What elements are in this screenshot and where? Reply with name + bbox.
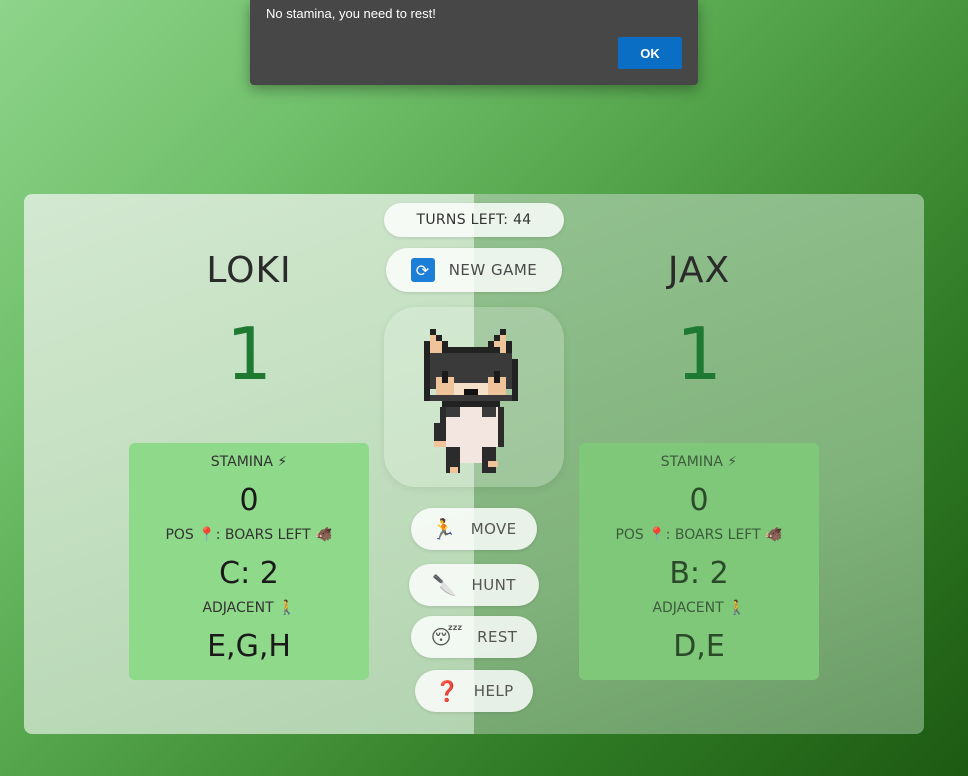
rest-button[interactable]: 😴 REST xyxy=(411,616,537,658)
player-one-stats: STAMINA ⚡ 0 POS 📍: BOARS LEFT 🐗 C: 2 ADJ… xyxy=(129,443,369,680)
move-button[interactable]: 🏃 MOVE xyxy=(411,508,537,550)
running-icon: 🏃 xyxy=(431,517,457,541)
stamina-value: 0 xyxy=(689,483,709,518)
adjacent-label: ADJACENT 🚶 xyxy=(652,600,746,616)
ok-button[interactable]: OK xyxy=(618,37,682,69)
pos-label: POS 📍: BOARS LEFT 🐗 xyxy=(165,527,333,543)
new-game-label: NEW GAME xyxy=(448,261,538,279)
knife-icon: 🔪 xyxy=(432,573,458,597)
adjacent-value: D,E xyxy=(673,629,725,664)
stamina-value: 0 xyxy=(239,483,259,518)
hunt-button[interactable]: 🔪 HUNT xyxy=(409,564,539,606)
alert-message: No stamina, you need to rest! xyxy=(266,6,436,21)
player-two-stats: STAMINA ⚡ 0 POS 📍: BOARS LEFT 🐗 B: 2 ADJ… xyxy=(579,443,819,680)
pos-value: B: 2 xyxy=(669,556,729,591)
stamina-label: STAMINA ⚡ xyxy=(210,454,288,470)
player-two-score: 1 xyxy=(676,312,722,396)
game-board: TURNS LEFT: 44 ⟳ NEW GAME LOKI 1 STAMINA… xyxy=(24,194,924,734)
help-label: HELP xyxy=(473,682,514,700)
question-mark-icon: ❓ xyxy=(434,679,460,703)
turns-left-badge: TURNS LEFT: 44 xyxy=(384,203,564,237)
alert-dialog: No stamina, you need to rest! OK xyxy=(250,0,698,85)
hunt-label: HUNT xyxy=(471,576,516,594)
help-button[interactable]: ❓ HELP xyxy=(415,670,533,712)
refresh-icon: ⟳ xyxy=(410,258,435,282)
pet-display xyxy=(384,307,564,487)
rest-label: REST xyxy=(477,628,518,646)
player-one-name: LOKI xyxy=(206,250,292,291)
new-game-button[interactable]: ⟳ NEW GAME xyxy=(386,248,562,292)
adjacent-label: ADJACENT 🚶 xyxy=(202,600,296,616)
sleeping-face-icon: 😴 xyxy=(430,625,464,649)
pos-value: C: 2 xyxy=(219,556,279,591)
player-two-name: JAX xyxy=(667,250,731,291)
stamina-label: STAMINA ⚡ xyxy=(660,454,738,470)
pos-label: POS 📍: BOARS LEFT 🐗 xyxy=(615,527,783,543)
cat-sprite xyxy=(424,329,518,473)
move-label: MOVE xyxy=(470,520,517,538)
player-one-score: 1 xyxy=(226,312,272,396)
adjacent-value: E,G,H xyxy=(207,629,291,664)
